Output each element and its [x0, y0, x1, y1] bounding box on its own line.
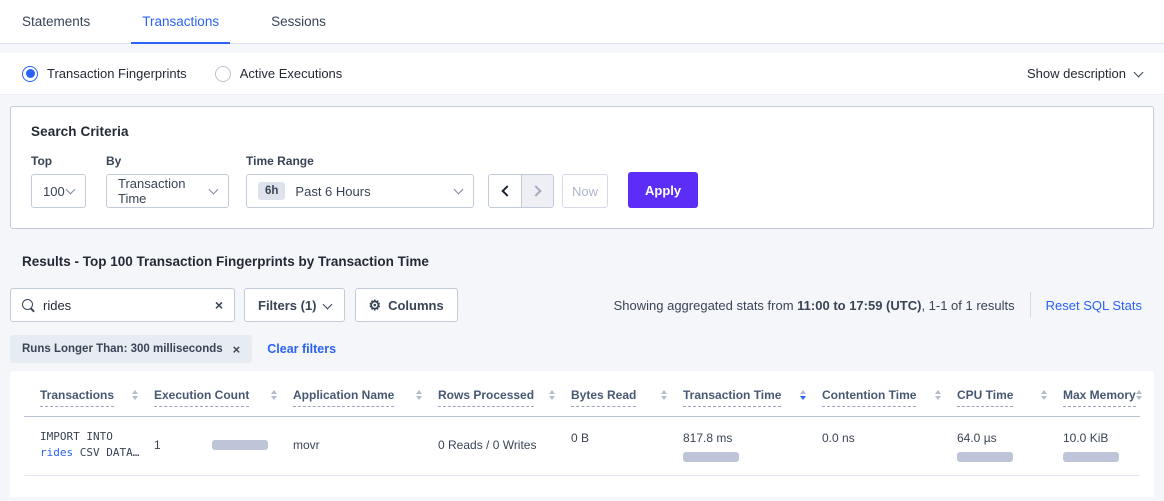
max-memory-bar: [1063, 452, 1119, 462]
by-label: By: [106, 154, 229, 168]
filter-pill: Runs Longer Than: 300 milliseconds ×: [10, 335, 252, 363]
chevron-down-icon: [454, 185, 464, 195]
column-header-execution-count[interactable]: Execution Count: [154, 388, 293, 407]
active-filters-row: Runs Longer Than: 300 milliseconds × Cle…: [10, 335, 1154, 363]
radio-selected-icon: [22, 66, 38, 82]
view-toggle-band: Transaction Fingerprints Active Executio…: [0, 53, 1164, 95]
execution-count-bar: [212, 440, 268, 450]
cell-bytes-read: 0 B: [571, 429, 683, 462]
column-header-cpu-time[interactable]: CPU Time: [957, 388, 1063, 407]
chevron-left-icon: [501, 185, 512, 196]
sort-icon[interactable]: [661, 390, 667, 400]
search-criteria-card: Search Criteria Top 100 By Transaction T…: [10, 106, 1154, 229]
sort-icon[interactable]: [935, 390, 941, 400]
chevron-down-icon: [66, 185, 76, 195]
top-select[interactable]: 100: [31, 174, 86, 208]
transaction-fingerprint-link[interactable]: IMPORT INTOrides CSV DATA…: [24, 429, 154, 462]
time-range-field-group: Time Range 6h Past 6 Hours: [246, 154, 474, 208]
cell-rows-processed: 0 Reads / 0 Writes: [438, 429, 571, 462]
column-header-transactions[interactable]: Transactions: [24, 388, 154, 407]
results-toolbar: × Filters (1) ⚙ Columns Showing aggregat…: [10, 288, 1154, 322]
columns-button[interactable]: ⚙ Columns: [355, 288, 458, 322]
time-range-prev-button[interactable]: [489, 175, 521, 207]
radio-active-executions[interactable]: Active Executions: [215, 66, 343, 82]
by-select[interactable]: Transaction Time: [106, 174, 229, 208]
sort-icon[interactable]: [1041, 390, 1047, 400]
sort-icon[interactable]: [271, 390, 277, 400]
table-row: IMPORT INTOrides CSV DATA… 1 movr 0 Read…: [24, 417, 1140, 476]
cell-application-name: movr: [293, 429, 438, 462]
search-icon: [22, 299, 35, 312]
sort-icon[interactable]: [549, 390, 555, 400]
radio-label: Transaction Fingerprints: [47, 66, 187, 81]
filters-button[interactable]: Filters (1): [244, 288, 345, 322]
divider: [1030, 292, 1031, 318]
filter-pill-remove-icon[interactable]: ×: [233, 343, 241, 356]
filters-button-label: Filters (1): [258, 298, 317, 313]
table-header-row: Transactions Execution Count Application…: [24, 371, 1140, 417]
search-clear-icon[interactable]: ×: [215, 298, 223, 312]
column-header-bytes-read[interactable]: Bytes Read: [571, 388, 683, 407]
apply-button[interactable]: Apply: [628, 172, 698, 208]
time-range-select[interactable]: 6h Past 6 Hours: [246, 174, 474, 208]
clear-filters-link[interactable]: Clear filters: [267, 342, 336, 356]
tab-sessions[interactable]: Sessions: [260, 0, 337, 44]
column-header-contention-time[interactable]: Contention Time: [822, 388, 957, 407]
sort-icon[interactable]: [416, 390, 422, 400]
search-input[interactable]: [43, 298, 215, 313]
stats-time-range: 11:00 to 17:59 (UTC): [797, 298, 921, 313]
chevron-down-icon: [322, 299, 332, 309]
results-heading: Results - Top 100 Transaction Fingerprin…: [22, 254, 1142, 269]
tab-transactions[interactable]: Transactions: [131, 0, 230, 44]
time-range-arrows: [488, 174, 554, 208]
sort-icon-active-desc[interactable]: [800, 390, 806, 400]
filter-pill-label: Runs Longer Than: 300 milliseconds: [22, 343, 223, 355]
time-range-label: Time Range: [246, 154, 474, 168]
column-header-application-name[interactable]: Application Name: [293, 388, 438, 407]
column-header-max-memory[interactable]: Max Memory: [1063, 388, 1154, 407]
cell-execution-count: 1: [154, 429, 293, 462]
by-select-value: Transaction Time: [118, 176, 210, 206]
column-header-transaction-time[interactable]: Transaction Time: [683, 388, 822, 407]
cell-max-memory: 10.0 KiB: [1063, 429, 1140, 462]
radio-label: Active Executions: [240, 66, 343, 81]
show-description-label: Show description: [1027, 66, 1126, 81]
top-label: Top: [31, 154, 86, 168]
top-select-value: 100: [43, 184, 65, 199]
reset-sql-stats-link[interactable]: Reset SQL Stats: [1046, 298, 1142, 313]
sort-icon[interactable]: [132, 390, 138, 400]
radio-transaction-fingerprints[interactable]: Transaction Fingerprints: [22, 66, 187, 82]
aggregated-stats-text: Showing aggregated stats from 11:00 to 1…: [614, 298, 1015, 313]
gear-icon: ⚙: [369, 298, 382, 312]
chevron-down-icon: [1134, 67, 1144, 77]
transaction-time-bar: [683, 452, 739, 462]
by-field-group: By Transaction Time: [106, 154, 229, 208]
results-table: Transactions Execution Count Application…: [10, 371, 1154, 497]
radio-unselected-icon: [215, 66, 231, 82]
column-header-rows-processed[interactable]: Rows Processed: [438, 388, 571, 407]
cell-transaction-time: 817.8 ms: [683, 429, 822, 462]
cpu-time-bar: [957, 452, 1013, 462]
page-tabs: Statements Transactions Sessions: [0, 0, 1164, 44]
cell-cpu-time: 64.0 µs: [957, 429, 1063, 462]
sort-icon[interactable]: [1136, 390, 1142, 400]
top-field-group: Top 100: [31, 154, 86, 208]
time-range-value: Past 6 Hours: [295, 184, 370, 199]
now-button[interactable]: Now: [562, 174, 608, 208]
time-range-badge: 6h: [258, 182, 285, 200]
search-box: ×: [10, 288, 235, 322]
search-criteria-title: Search Criteria: [31, 124, 1133, 139]
time-range-next-button[interactable]: [521, 175, 553, 207]
show-description-toggle[interactable]: Show description: [1027, 66, 1142, 81]
columns-button-label: Columns: [388, 298, 444, 313]
cell-contention-time: 0.0 ns: [822, 429, 957, 462]
tab-statements[interactable]: Statements: [11, 0, 101, 44]
chevron-right-icon: [530, 185, 541, 196]
view-mode-radio-group: Transaction Fingerprints Active Executio…: [22, 66, 342, 82]
sql-keyword-rides: rides: [40, 446, 73, 459]
